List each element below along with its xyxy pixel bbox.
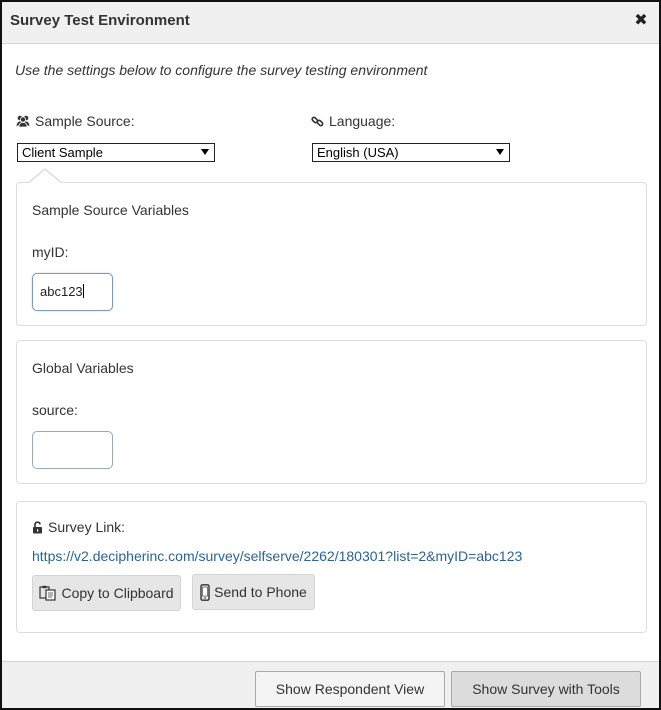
language-selected: English (USA) [317, 145, 399, 160]
sample-source-variables-panel: Sample Source Variables myID: abc123 [16, 182, 647, 326]
source-label: source: [32, 402, 78, 418]
survey-test-dialog: Survey Test Environment ✖ Use the settin… [0, 0, 661, 710]
copy-to-clipboard-button[interactable]: Copy to Clipboard [32, 575, 181, 611]
link-icon [311, 115, 324, 128]
lock-icon [32, 520, 43, 534]
myid-input-value: abc123 [40, 284, 83, 299]
survey-tools-label: Show Survey with Tools [472, 681, 620, 697]
show-survey-with-tools-button[interactable]: Show Survey with Tools [451, 671, 641, 707]
chevron-down-icon [496, 149, 504, 155]
phone-icon [200, 583, 210, 601]
source-input[interactable] [32, 431, 113, 469]
text-caret [82, 284, 84, 298]
survey-link-panel: Survey Link: https://v2.decipherinc.com/… [16, 501, 647, 633]
survey-url-link[interactable]: https://v2.decipherinc.com/survey/selfse… [32, 548, 522, 564]
language-label-text: Language: [329, 113, 396, 129]
panel-pointer-inner [28, 170, 62, 184]
survey-link-label: Survey Link: [32, 519, 125, 535]
respondent-view-label: Show Respondent View [275, 681, 425, 697]
sample-source-label-text: Sample Source: [35, 113, 135, 129]
send-to-phone-button[interactable]: Send to Phone [192, 574, 315, 610]
show-respondent-view-button[interactable]: Show Respondent View [255, 671, 445, 707]
dialog-titlebar: Survey Test Environment ✖ [2, 2, 659, 44]
users-icon [16, 115, 30, 127]
sample-source-select[interactable]: Client Sample [17, 143, 215, 162]
survey-link-label-text: Survey Link: [48, 519, 126, 535]
language-label: Language: [311, 113, 395, 129]
dialog-title: Survey Test Environment [10, 12, 190, 29]
myid-label: myID: [32, 244, 69, 260]
sample-source-label: Sample Source: [16, 113, 135, 129]
myid-input[interactable]: abc123 [32, 273, 113, 311]
intro-text: Use the settings below to configure the … [15, 62, 428, 78]
dialog-footer: Show Respondent View Show Survey with To… [2, 661, 659, 708]
language-select[interactable]: English (USA) [312, 143, 510, 162]
chevron-down-icon [201, 149, 209, 155]
phone-button-label: Send to Phone [214, 584, 307, 600]
global-variables-panel: Global Variables source: [16, 340, 647, 484]
panel-title: Global Variables [32, 360, 134, 376]
clipboard-icon [39, 585, 57, 601]
sample-source-selected: Client Sample [22, 145, 103, 160]
copy-button-label: Copy to Clipboard [61, 585, 174, 601]
panel-title: Sample Source Variables [32, 202, 189, 218]
close-icon[interactable]: ✖ [633, 12, 649, 30]
